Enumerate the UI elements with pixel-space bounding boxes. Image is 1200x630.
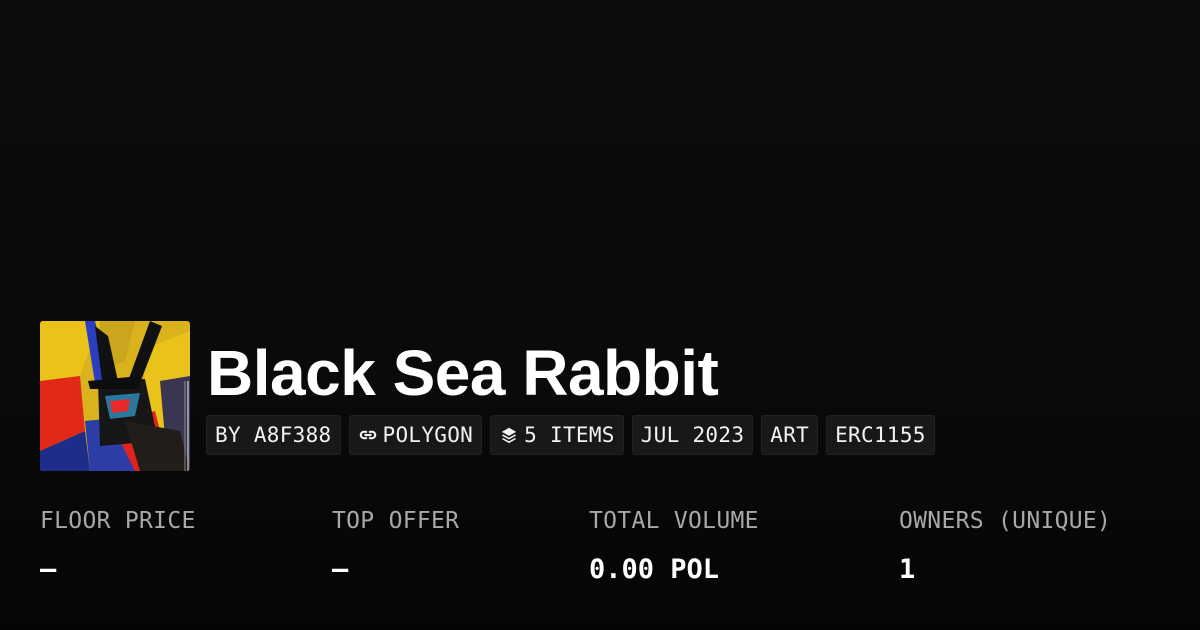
rabbit-artwork-image [40,321,190,471]
collection-tags: BY A8F388 POLYGON 5 ITEMS JUL 2023 ART E… [206,415,935,455]
tag-items[interactable]: 5 ITEMS [490,415,624,455]
tag-category-label: ART [770,423,810,447]
stat-floor-price-value: – [40,554,57,585]
stat-total-volume-value: 0.00 POL [589,554,720,585]
stat-top-offer-value: – [332,554,349,585]
stat-floor-price-label: FLOOR PRICE [40,508,196,534]
tag-category[interactable]: ART [761,415,819,455]
tag-standard-label: ERC1155 [835,423,926,447]
tag-date-label: JUL 2023 [640,423,745,447]
tag-chain[interactable]: POLYGON [348,415,483,455]
stat-total-volume: TOTAL VOLUME 0.00 POL [589,503,759,588]
tag-standard[interactable]: ERC1155 [826,415,935,455]
stat-owners-value: 1 [899,554,916,585]
stat-owners-label: OWNERS (UNIQUE) [899,508,1112,534]
tag-date[interactable]: JUL 2023 [631,415,754,455]
stat-top-offer-label: TOP OFFER [332,508,460,534]
stat-top-offer: TOP OFFER – [332,503,459,588]
stat-owners: OWNERS (UNIQUE) 1 [899,503,1111,588]
tag-creator[interactable]: BY A8F388 [206,415,341,455]
stat-total-volume-label: TOTAL VOLUME [589,508,759,534]
tag-items-label: 5 ITEMS [524,423,615,447]
collection-avatar [40,321,190,471]
layers-icon [499,425,519,445]
tag-chain-label: POLYGON [382,423,474,447]
collection-title: Black Sea Rabbit [207,337,719,409]
chain-link-icon [358,425,378,445]
stat-floor-price: FLOOR PRICE – [40,503,196,588]
tag-creator-label: BY A8F388 [215,423,332,447]
